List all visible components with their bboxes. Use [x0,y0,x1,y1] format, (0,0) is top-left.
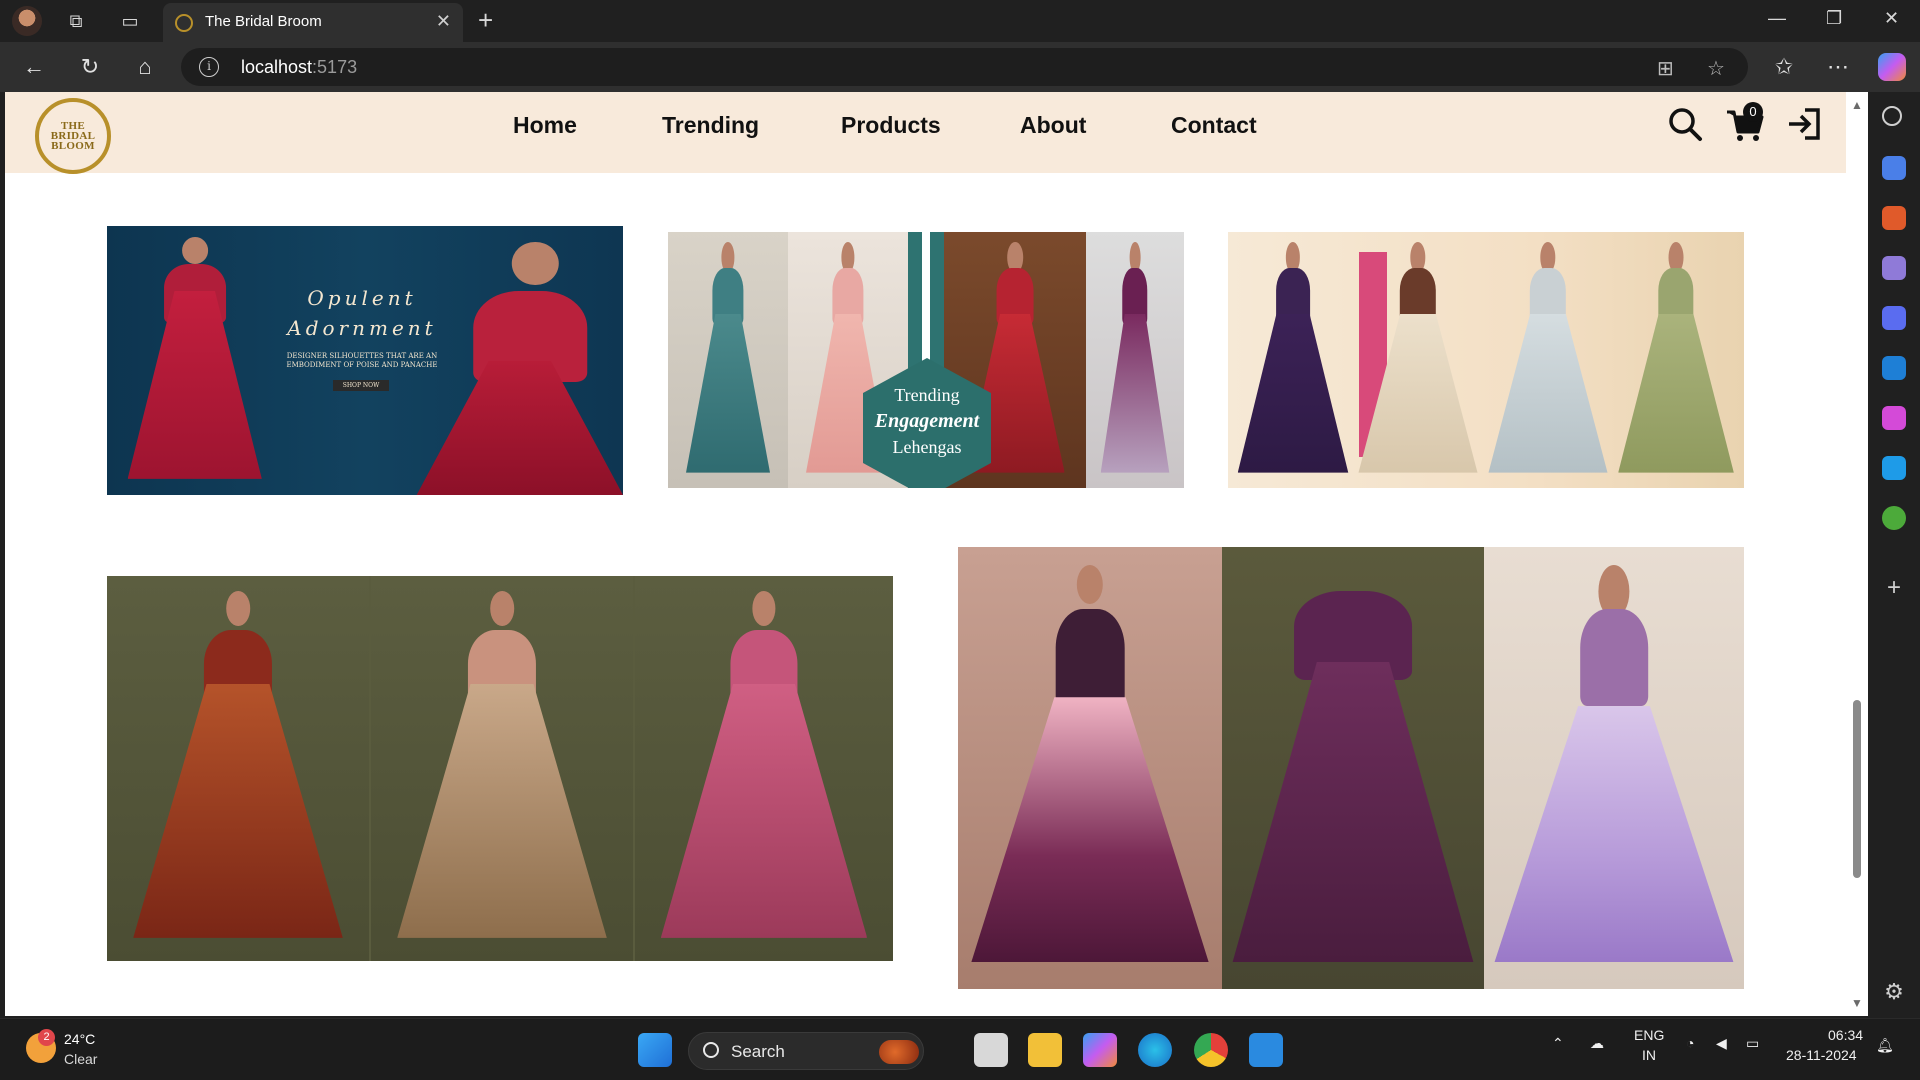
browser-sidebar: + ⚙ [1868,92,1920,1018]
nav-trending[interactable]: Trending [662,112,759,139]
browser-titlebar: ⧉ ▭ The Bridal Broom ✕ + — ❐ ✕ [0,0,1920,42]
tab-close-icon[interactable]: ✕ [436,11,451,32]
language-code[interactable]: ENG [1634,1027,1664,1043]
taskbar: 2 24°C Clear Search ⌃ ☁ ENG IN ◔ ◀ ▭ 06:… [0,1018,1920,1080]
games-icon[interactable] [1882,256,1906,280]
workspaces-icon[interactable]: ⧉ [64,9,88,33]
refresh-icon[interactable]: ↻ [76,53,104,81]
more-icon[interactable]: ⋯ [1824,53,1852,81]
engagement-line3: Lehengas [892,437,962,457]
minimize-icon[interactable]: — [1768,8,1786,29]
weather-temperature: 24°C [64,1031,96,1047]
page-viewport: THE BRIDAL BLOOM Home Trending Products … [5,92,1846,1016]
tab-active[interactable]: The Bridal Broom ✕ [163,3,463,42]
engagement-line1: Trending [894,385,960,405]
tray-chevron-icon[interactable]: ⌃ [1552,1035,1564,1052]
shop-now-button[interactable]: SHOP NOW [333,380,389,391]
settings-icon[interactable]: ⚙ [1882,980,1906,1004]
info-icon[interactable]: i [199,57,219,77]
url-text: localhost:5173 [241,57,358,77]
back-icon[interactable]: ← [20,53,48,81]
banner-engagement-lehengas[interactable]: Trending Engagement Lehengas [668,232,1184,488]
search-label: Search [731,1042,785,1061]
banner-opulent-adornment[interactable]: Opulent Adornment DESIGNER SILHOUETTES T… [107,226,623,495]
new-tab-icon[interactable]: + [478,5,493,36]
copilot-icon[interactable] [1878,53,1906,81]
cart-count-badge: 0 [1743,102,1763,122]
vscode-icon[interactable] [1249,1033,1283,1067]
star-icon[interactable]: ☆ [1707,56,1725,81]
search-highlight-icon [879,1040,919,1064]
banner-title-line2: Adornment [287,316,437,340]
tab-favicon-icon [175,14,193,32]
clock-time[interactable]: 06:34 [1828,1027,1863,1043]
app-available-icon[interactable]: ⊞ [1657,56,1674,81]
site-header: THE BRIDAL BLOOM Home Trending Products … [5,92,1846,174]
profile-avatar[interactable] [12,6,42,36]
taskbar-search[interactable]: Search [688,1032,924,1070]
copilot-app-icon[interactable] [1083,1033,1117,1067]
restore-icon[interactable]: ❐ [1826,8,1842,29]
banner-purple-collection[interactable] [958,547,1744,989]
banner-bridal-collection[interactable] [107,576,893,961]
chrome-icon[interactable] [1194,1033,1228,1067]
favorites-icon[interactable]: ✩ [1770,53,1798,81]
nav-contact[interactable]: Contact [1171,112,1257,139]
banner-four-lehengas[interactable] [1228,232,1744,488]
page-scrollbar[interactable]: ▲ ▼ [1846,92,1868,1016]
banner-title-line1: Opulent [307,286,417,310]
shopping-icon[interactable] [1882,156,1906,180]
onedrive-icon[interactable]: ☁ [1590,1035,1604,1052]
banner-subtitle: DESIGNER SILHOUETTES THAT ARE AN EMBODIM… [286,352,438,369]
tools-icon[interactable] [1882,206,1906,230]
engagement-text: Trending Engagement Lehengas [863,382,991,460]
add-icon[interactable]: + [1882,576,1906,600]
send-icon[interactable] [1882,456,1906,480]
engagement-line2: Engagement [874,410,980,432]
search-icon[interactable] [1665,104,1705,144]
battery-icon[interactable]: ▭ [1746,1035,1759,1052]
tab-title: The Bridal Broom [205,13,322,30]
close-window-icon[interactable]: ✕ [1884,8,1899,29]
weather-badge: 2 [38,1029,55,1046]
nav-products[interactable]: Products [841,112,941,139]
wifi-icon[interactable]: ◔ [1686,1035,1694,1051]
login-icon[interactable] [1785,104,1825,144]
clock-date[interactable]: 28-11-2024 [1786,1047,1857,1063]
tab-actions-icon[interactable]: ▭ [118,9,142,33]
scroll-down-icon[interactable]: ▼ [1851,996,1863,1010]
language-region[interactable]: IN [1642,1047,1656,1063]
edge-icon[interactable] [1138,1033,1172,1067]
task-view-icon[interactable] [974,1033,1008,1067]
taskbar-search-icon [703,1042,719,1058]
outlook-icon[interactable] [1882,356,1906,380]
browser-toolbar: ← ↻ ⌂ i localhost:5173 ⊞ ☆ ✩ ⋯ [0,42,1920,92]
tree-icon[interactable] [1882,506,1906,530]
site-logo[interactable]: THE BRIDAL BLOOM [35,98,111,174]
notification-bell-icon[interactable]: 🔔︎ [1876,1037,1894,1054]
address-bar[interactable]: i localhost:5173 ⊞ ☆ [181,48,1748,86]
file-explorer-icon[interactable] [1028,1033,1062,1067]
nav-about[interactable]: About [1020,112,1086,139]
sidebar-search-icon[interactable] [1882,106,1902,126]
scroll-thumb[interactable] [1853,700,1861,878]
nav-home[interactable]: Home [513,112,577,139]
designer-icon[interactable] [1882,406,1906,430]
scroll-up-icon[interactable]: ▲ [1851,98,1863,112]
home-icon[interactable]: ⌂ [131,53,159,81]
start-icon[interactable] [638,1033,672,1067]
volume-icon[interactable]: ◀ [1716,1035,1727,1052]
copilot-sidebar-icon[interactable] [1882,306,1906,330]
weather-condition: Clear [64,1051,98,1067]
